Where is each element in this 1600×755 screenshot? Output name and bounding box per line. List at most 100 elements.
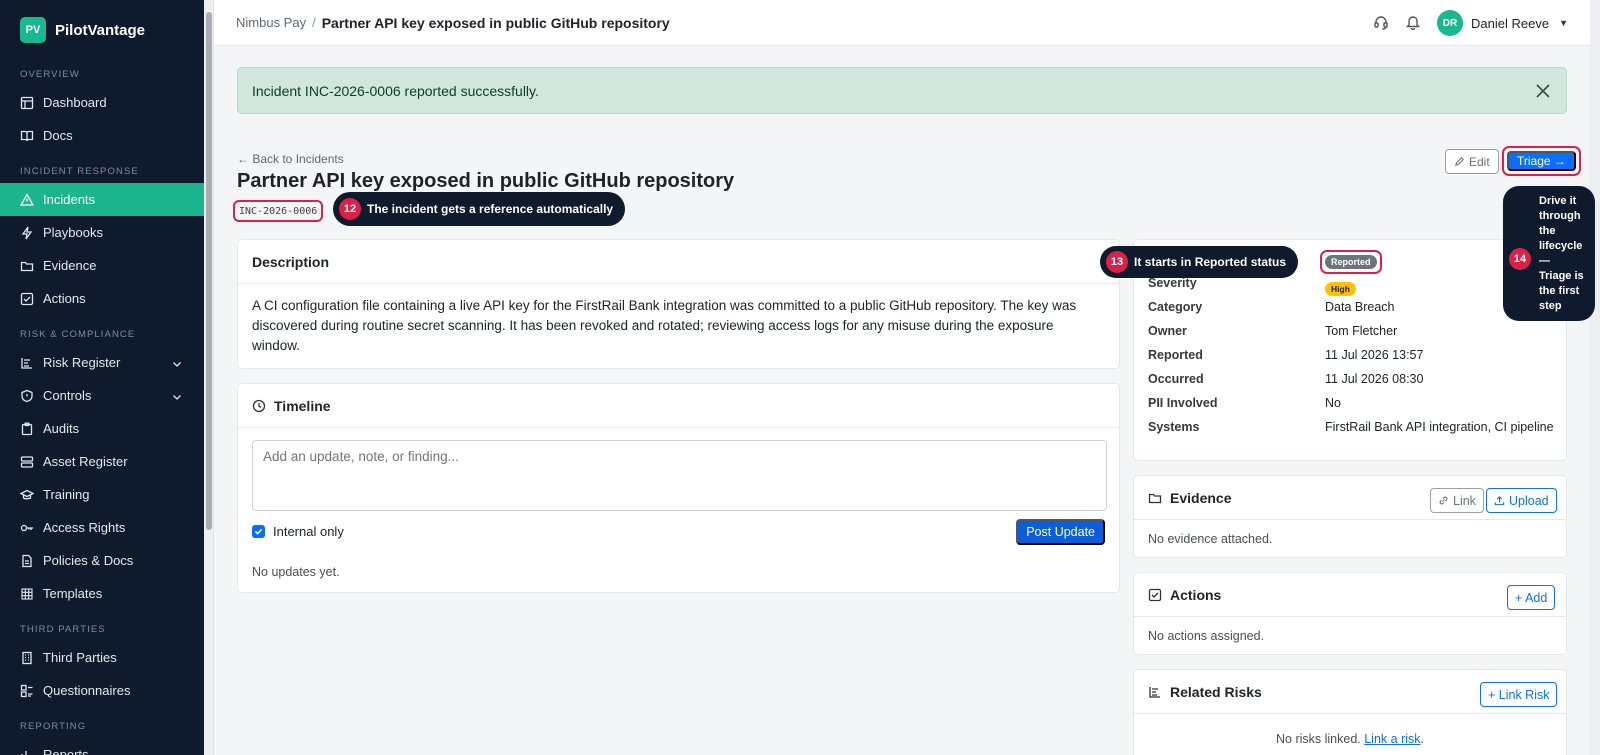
edit-button[interactable]: Edit [1445, 149, 1499, 174]
timeline-update-input[interactable] [252, 440, 1107, 511]
callout-number: 13 [1106, 251, 1128, 273]
link-risk-button[interactable]: + Link Risk [1480, 682, 1558, 707]
actions-card: Actions + Add No actions assigned. [1133, 572, 1567, 655]
list-icon [20, 356, 34, 370]
page-title: Partner API key exposed in public GitHub… [237, 170, 735, 192]
detail-value: 11 Jul 2026 08:30 [1325, 372, 1424, 386]
severity-badge: High [1325, 282, 1356, 296]
success-alert: Incident INC-2026-0006 reported successf… [237, 67, 1567, 114]
sidebar-item-docs[interactable]: Docs [0, 119, 204, 152]
internal-only-checkbox[interactable]: Internal only [252, 524, 344, 539]
detail-label: Owner [1148, 324, 1187, 338]
sidebar-item-templates[interactable]: Templates [0, 577, 204, 610]
risks-empty-text: No risks linked. Link a risk. [1276, 732, 1424, 746]
sidebar-item-third-parties[interactable]: Third Parties [0, 641, 204, 674]
detail-value: 11 Jul 2026 13:57 [1325, 348, 1424, 362]
key-icon [20, 521, 34, 535]
internal-only-label: Internal only [273, 524, 344, 539]
checkbox-icon [1148, 588, 1162, 601]
add-action-button[interactable]: + Add [1507, 585, 1556, 610]
list-icon [1149, 686, 1160, 698]
link-icon [1439, 496, 1448, 505]
sidebar-item-playbooks[interactable]: Playbooks [0, 216, 204, 249]
caret-down-icon[interactable]: ▼ [1559, 18, 1568, 28]
chevron-down-icon[interactable] [172, 390, 182, 400]
description-card: Description A CI configuration file cont… [237, 239, 1120, 369]
brand-name: PilotVantage [55, 21, 146, 39]
back-to-incidents-link[interactable]: ← Back to Incidents [237, 152, 344, 166]
status-badge: Reported [1325, 255, 1377, 269]
server-icon [20, 455, 34, 469]
timeline-title: Timeline [274, 397, 331, 414]
chevron-down-icon[interactable] [172, 357, 182, 367]
book-icon [20, 129, 34, 143]
post-update-button[interactable]: Post Update [1016, 519, 1105, 545]
description-text: A CI configuration file containing a liv… [252, 298, 1077, 353]
lightning-icon [20, 226, 34, 240]
sidebar-item-label: Incidents [43, 192, 96, 207]
sidebar-item-label: Audits [43, 421, 80, 436]
callout-text: It starts in Reported status [1134, 255, 1287, 269]
avatar[interactable]: DR [1437, 10, 1464, 36]
detail-label: Reported [1148, 348, 1203, 362]
alert-message: Incident INC-2026-0006 reported successf… [252, 82, 539, 99]
brand-logo: PV [20, 17, 46, 43]
actions-empty-text: No actions assigned. [1148, 629, 1265, 643]
no-updates-text: No updates yet. [252, 565, 340, 579]
sidebar-scrollbar[interactable] [204, 0, 214, 755]
folder-icon [1148, 493, 1162, 503]
checkbox-icon [20, 292, 34, 306]
upload-evidence-button[interactable]: Upload [1486, 488, 1557, 513]
breadcrumb-current: Partner API key exposed in public GitHub… [321, 14, 670, 31]
sidebar-item-label: Policies & Docs [43, 553, 134, 568]
sidebar-item-training[interactable]: Training [0, 478, 204, 511]
sidebar-item-label: Evidence [43, 258, 97, 273]
dashboard-icon [20, 96, 34, 110]
sidebar-item-dashboard[interactable]: Dashboard [0, 86, 204, 119]
description-header: Description [238, 240, 1119, 284]
grid-icon [20, 587, 34, 601]
bell-icon[interactable] [1405, 14, 1421, 33]
brand[interactable]: PV PilotVantage [0, 0, 204, 59]
page-scrollbar[interactable] [1590, 0, 1600, 755]
sidebar-item-reports[interactable]: Reports [0, 738, 204, 755]
detail-value: Data Breach [1325, 300, 1395, 314]
incident-reference: INC-2026-0006 [233, 200, 324, 222]
sidebar-item-policies-docs[interactable]: Policies & Docs [0, 544, 204, 577]
sidebar-item-label: Actions [43, 291, 86, 306]
pencil-icon [1454, 157, 1464, 167]
callout-status: 13 It starts in Reported status [1100, 246, 1299, 278]
sidebar-item-audits[interactable]: Audits [0, 412, 204, 445]
sidebar-item-label: Dashboard [43, 95, 107, 110]
timeline-card: Timeline Internal only Post Update No up… [237, 383, 1120, 593]
sidebar-item-questionnaires[interactable]: Questionnaires [0, 674, 204, 707]
user-name[interactable]: Daniel Reeve [1471, 16, 1549, 31]
sidebar-item-controls[interactable]: Controls [0, 379, 204, 412]
sidebar-item-access-rights[interactable]: Access Rights [0, 511, 204, 544]
sidebar-item-incidents[interactable]: Incidents [0, 183, 204, 216]
link-evidence-button[interactable]: Link [1430, 488, 1484, 513]
triage-button[interactable]: Triage → [1507, 151, 1576, 171]
sidebar-section-title: THIRD PARTIES [20, 624, 106, 635]
link-a-risk-link[interactable]: Link a risk [1364, 732, 1420, 746]
detail-label: Category [1148, 300, 1203, 314]
sidebar-item-actions[interactable]: Actions [0, 282, 204, 315]
sidebar-section-title: OVERVIEW [20, 69, 80, 80]
sidebar-item-label: Reports [43, 747, 89, 755]
actions-title: Actions [1170, 586, 1222, 603]
topbar-actions: DR Daniel Reeve ▼ [1373, 0, 1568, 46]
detail-label: Severity [1148, 276, 1197, 290]
sidebar-item-label: Controls [43, 388, 92, 403]
close-icon[interactable] [1534, 82, 1552, 100]
sidebar-item-risk-register[interactable]: Risk Register [0, 346, 204, 379]
scrollbar-thumb[interactable] [206, 12, 212, 530]
triage-highlight: Triage → [1502, 146, 1581, 176]
checkbox-checked-icon[interactable] [252, 525, 265, 538]
status-highlight: Reported [1320, 250, 1382, 274]
sidebar-item-evidence[interactable]: Evidence [0, 249, 204, 282]
chart-icon [20, 748, 34, 755]
breadcrumb-root[interactable]: Nimbus Pay [236, 15, 306, 30]
sidebar-item-label: Templates [43, 586, 103, 601]
headset-icon[interactable] [1373, 14, 1389, 33]
sidebar-item-asset-register[interactable]: Asset Register [0, 445, 204, 478]
